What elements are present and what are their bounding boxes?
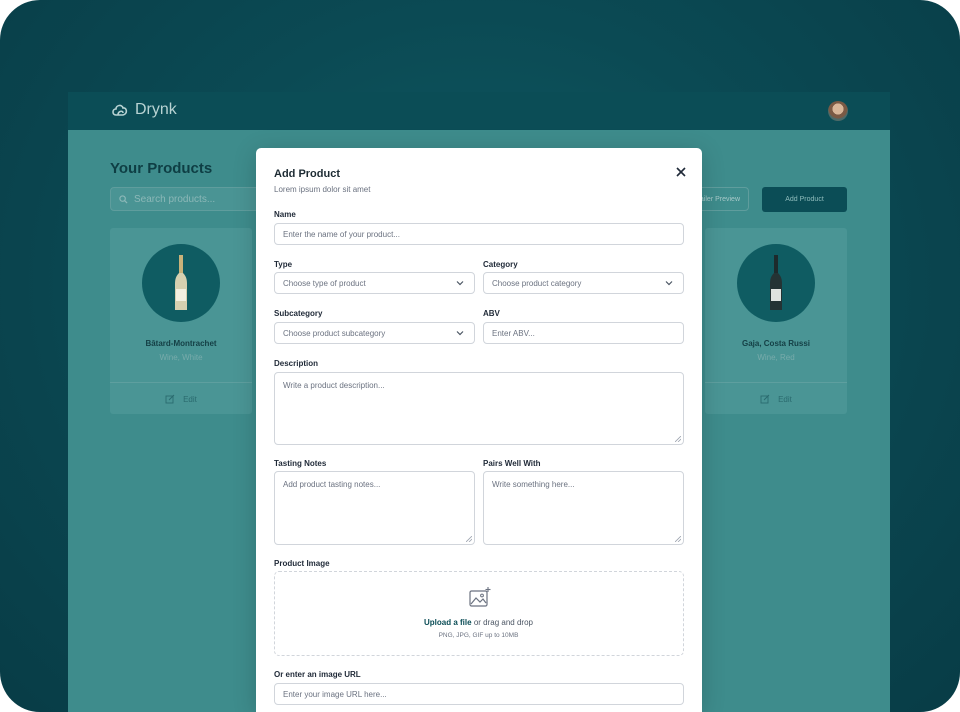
screenshot-frame: Drynk Your Products Search products... t…: [0, 0, 960, 712]
card-divider: [705, 382, 847, 383]
chevron-down-icon: [456, 281, 464, 286]
add-product-modal: Add Product Lorem ipsum dolor sit amet N…: [256, 148, 702, 712]
product-image: [142, 244, 220, 322]
edit-label: Edit: [778, 394, 792, 404]
name-placeholder: Enter the name of your product...: [283, 229, 400, 239]
category-label: Category: [483, 260, 518, 269]
search-input[interactable]: Search products...: [110, 187, 260, 211]
resize-grip-icon[interactable]: [675, 536, 681, 542]
resize-grip-icon[interactable]: [675, 436, 681, 442]
upload-rest-text: or drag and drop: [473, 618, 533, 627]
add-product-button[interactable]: Add Product: [762, 187, 847, 212]
subcategory-label: Subcategory: [274, 309, 323, 318]
product-card[interactable]: Gaja, Costa Russi Wine, Red Edit: [705, 228, 847, 414]
edit-icon: [760, 394, 770, 404]
subcategory-select[interactable]: Choose product subcategory: [274, 322, 475, 344]
user-avatar[interactable]: [828, 101, 848, 121]
product-type: Wine, White: [159, 353, 203, 362]
product-card[interactable]: Bâtard-Montrachet Wine, White Edit: [110, 228, 252, 414]
upload-hint: PNG, JPG, GIF up to 10MB: [438, 632, 519, 639]
abv-label: ABV: [483, 309, 500, 318]
product-image-label: Product Image: [274, 559, 330, 568]
abv-input[interactable]: Enter ABV...: [483, 322, 684, 344]
modal-subtitle: Lorem ipsum dolor sit amet: [274, 185, 371, 194]
name-input[interactable]: Enter the name of your product...: [274, 223, 684, 245]
description-placeholder: Write a product description...: [283, 381, 385, 390]
image-add-icon: [469, 587, 491, 607]
product-type: Wine, Red: [757, 353, 795, 362]
edit-label: Edit: [183, 394, 197, 404]
product-name: Gaja, Costa Russi: [741, 339, 811, 348]
tasting-notes-label: Tasting Notes: [274, 459, 327, 468]
page-title: Your Products: [110, 160, 213, 177]
modal-title: Add Product: [274, 168, 340, 180]
name-label: Name: [274, 210, 296, 219]
image-url-label: Or enter an image URL: [274, 670, 361, 679]
chevron-down-icon: [456, 331, 464, 336]
category-placeholder: Choose product category: [492, 278, 582, 288]
pairs-well-placeholder: Write something here...: [492, 480, 575, 489]
product-name: Bâtard-Montrachet: [145, 339, 217, 348]
chevron-down-icon: [665, 281, 673, 286]
category-select[interactable]: Choose product category: [483, 272, 684, 294]
top-navbar: Drynk: [68, 92, 890, 130]
description-label: Description: [274, 359, 319, 368]
image-url-placeholder: Enter your image URL here...: [283, 689, 387, 699]
pairs-well-label: Pairs Well With: [483, 459, 541, 468]
pairs-well-textarea[interactable]: Write something here...: [483, 471, 684, 545]
type-placeholder: Choose type of product: [283, 278, 366, 288]
cloud-logo-icon: [112, 104, 128, 116]
upload-file-link[interactable]: Upload a file: [424, 618, 472, 627]
description-textarea[interactable]: Write a product description...: [274, 372, 684, 445]
edit-button[interactable]: Edit: [705, 394, 847, 404]
brand-logo[interactable]: Drynk: [110, 101, 177, 119]
abv-placeholder: Enter ABV...: [492, 328, 535, 338]
image-dropzone[interactable]: Upload a file or drag and drop PNG, JPG,…: [274, 571, 684, 656]
edit-button[interactable]: Edit: [110, 394, 252, 404]
brand-name: Drynk: [135, 101, 177, 118]
subcategory-placeholder: Choose product subcategory: [283, 328, 386, 338]
product-image: [737, 244, 815, 322]
image-url-input[interactable]: Enter your image URL here...: [274, 683, 684, 705]
search-icon: [119, 194, 128, 204]
search-placeholder: Search products...: [134, 193, 216, 205]
close-icon[interactable]: [674, 165, 688, 179]
tasting-notes-placeholder: Add product tasting notes...: [283, 480, 381, 489]
wine-bottle-red-icon: [770, 255, 782, 310]
resize-grip-icon[interactable]: [466, 536, 472, 542]
edit-icon: [165, 394, 175, 404]
card-divider: [110, 382, 252, 383]
type-label: Type: [274, 260, 293, 269]
upload-instructions: Upload a file or drag and drop: [275, 618, 682, 627]
tasting-notes-textarea[interactable]: Add product tasting notes...: [274, 471, 475, 545]
wine-bottle-white-icon: [175, 255, 187, 310]
type-select[interactable]: Choose type of product: [274, 272, 475, 294]
